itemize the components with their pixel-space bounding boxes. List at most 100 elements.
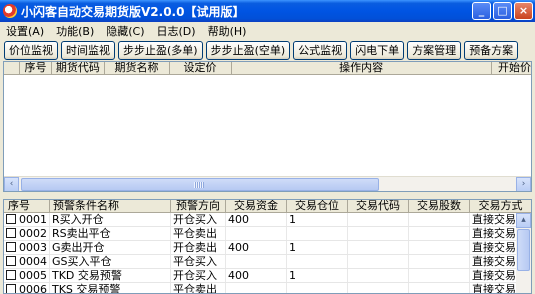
col-futures-code[interactable]: 期货代码 bbox=[52, 62, 105, 74]
alert-direction-cell: 平仓卖出 bbox=[171, 227, 226, 240]
row-checkbox[interactable] bbox=[6, 256, 16, 266]
trailing-profit-long-button[interactable]: 步步止盈(多单) bbox=[118, 40, 203, 60]
toolbar: 价位监视 时间监视 步步止盈(多单) 步步止盈(空单) 公式监视 闪电下单 方案… bbox=[0, 39, 535, 61]
row-index-cell: 0002 bbox=[4, 227, 50, 240]
col-set-price[interactable]: 设定价 bbox=[170, 62, 232, 74]
alert-name-cell: RS卖出平仓 bbox=[50, 227, 171, 240]
trade-fund-cell: 400 bbox=[226, 269, 287, 282]
alert-name-cell: R买入开仓 bbox=[50, 213, 171, 226]
alert-direction-cell: 开仓买入 bbox=[171, 213, 226, 226]
col-operation[interactable]: 操作内容 bbox=[232, 62, 492, 74]
trade-mode-cell: 直接交易 bbox=[472, 283, 516, 294]
time-monitor-button[interactable]: 时间监视 bbox=[61, 40, 115, 60]
monitor-grid-header: 序号 期货代码 期货名称 设定价 操作内容 开始价 bbox=[4, 62, 531, 75]
close-button[interactable]: × bbox=[514, 2, 533, 20]
alert-name-cell: TKD 交易预警 bbox=[50, 269, 171, 282]
monitor-grid[interactable]: 序号 期货代码 期货名称 设定价 操作内容 开始价 ‹ › bbox=[3, 61, 532, 192]
row-index-cell: 0003 bbox=[4, 241, 50, 254]
menu-settings[interactable]: 设置(A) bbox=[0, 23, 50, 39]
row-checkbox[interactable] bbox=[6, 228, 16, 238]
trade-code-cell bbox=[348, 227, 409, 240]
trade-position-cell: 1 bbox=[287, 241, 348, 254]
scrollbar-thumb[interactable] bbox=[517, 229, 530, 271]
table-row[interactable]: 0003 G卖出开仓 开仓卖出 400 1 直接交易 bbox=[4, 241, 531, 255]
horizontal-scrollbar[interactable]: ‹ › bbox=[4, 176, 531, 191]
menu-functions[interactable]: 功能(B) bbox=[50, 23, 100, 39]
row-checkbox[interactable] bbox=[6, 242, 16, 252]
trade-code-cell bbox=[348, 241, 409, 254]
scroll-left-icon[interactable]: ‹ bbox=[4, 176, 19, 191]
scroll-right-icon[interactable]: › bbox=[516, 177, 531, 191]
trade-code-cell bbox=[348, 255, 409, 268]
trade-fund-cell bbox=[226, 227, 287, 240]
menu-hide[interactable]: 隐藏(C) bbox=[100, 23, 150, 39]
col-alert-name[interactable]: 预警条件名称 bbox=[50, 200, 171, 212]
formula-monitor-button[interactable]: 公式监视 bbox=[293, 40, 348, 60]
row-checkbox[interactable] bbox=[6, 284, 16, 293]
plan-management-button[interactable]: 方案管理 bbox=[407, 40, 462, 60]
trade-position-cell bbox=[287, 283, 348, 293]
row-id: 0002 bbox=[19, 227, 47, 240]
row-index-cell: 0004 bbox=[4, 255, 50, 268]
alert-grid-header: 序号 预警条件名称 预警方向 交易资金 交易仓位 交易代码 交易股数 交易方式 bbox=[4, 200, 531, 213]
window-controls: _ □ × bbox=[472, 2, 533, 20]
menu-log[interactable]: 日志(D) bbox=[151, 23, 202, 39]
minimize-button[interactable]: _ bbox=[472, 2, 491, 20]
col-start-price[interactable]: 开始价 bbox=[492, 62, 531, 74]
row-id: 0001 bbox=[19, 213, 47, 226]
scroll-up-icon[interactable]: ▴ bbox=[516, 213, 531, 228]
price-monitor-button[interactable]: 价位监视 bbox=[4, 40, 58, 60]
row-checkbox[interactable] bbox=[6, 270, 16, 280]
trade-qty-cell bbox=[409, 255, 470, 268]
row-selector-header bbox=[4, 62, 20, 74]
app-logo-icon bbox=[3, 4, 17, 18]
alert-direction-cell: 开仓买入 bbox=[171, 269, 226, 282]
trade-fund-cell bbox=[226, 283, 287, 293]
alert-grid[interactable]: 序号 预警条件名称 预警方向 交易资金 交易仓位 交易代码 交易股数 交易方式 … bbox=[3, 199, 532, 294]
col-trade-fund[interactable]: 交易资金 bbox=[226, 200, 287, 212]
table-row[interactable]: 0004 GS买入平仓 平仓买入 直接交易 bbox=[4, 255, 531, 269]
trade-mode-cell: 直接交易 bbox=[472, 255, 516, 268]
trade-qty-cell bbox=[409, 213, 470, 226]
col-alert-direction[interactable]: 预警方向 bbox=[171, 200, 226, 212]
table-row[interactable]: 0001 R买入开仓 开仓买入 400 1 直接交易 bbox=[4, 213, 531, 227]
alert-name-cell: G卖出开仓 bbox=[50, 241, 171, 254]
col-trade-mode[interactable]: 交易方式 bbox=[470, 200, 531, 212]
trade-code-cell bbox=[348, 269, 409, 282]
row-id: 0005 bbox=[19, 269, 47, 282]
col-alert-index[interactable]: 序号 bbox=[4, 200, 50, 212]
trade-position-cell: 1 bbox=[287, 269, 348, 282]
maximize-button[interactable]: □ bbox=[493, 2, 512, 20]
trade-fund-cell: 400 bbox=[226, 213, 287, 226]
trade-position-cell bbox=[287, 227, 348, 240]
table-row[interactable]: 0005 TKD 交易预警 开仓买入 400 1 直接交易 bbox=[4, 269, 531, 283]
row-checkbox[interactable] bbox=[6, 214, 16, 224]
table-row[interactable]: 0002 RS卖出平仓 平仓卖出 直接交易 bbox=[4, 227, 531, 241]
standby-plan-button[interactable]: 预备方案 bbox=[464, 40, 519, 60]
row-index-cell: 0006 bbox=[4, 283, 50, 293]
trade-position-cell bbox=[287, 255, 348, 268]
alert-direction-cell: 开仓卖出 bbox=[171, 241, 226, 254]
trade-fund-cell: 400 bbox=[226, 241, 287, 254]
menu-help[interactable]: 帮助(H) bbox=[202, 23, 253, 39]
scrollbar-thumb[interactable] bbox=[21, 178, 379, 191]
window-title: 小闪客自动交易期货版V2.0.0【试用版】 bbox=[21, 4, 245, 19]
trailing-profit-short-button[interactable]: 步步止盈(空单) bbox=[205, 40, 291, 60]
trade-qty-cell bbox=[409, 227, 470, 240]
alert-name-cell: TKS 交易预警 bbox=[50, 283, 171, 293]
table-row[interactable]: 0006 TKS 交易预警 平仓卖出 直接交易 bbox=[4, 283, 531, 294]
trade-qty-cell bbox=[409, 269, 470, 282]
trade-position-cell: 1 bbox=[287, 213, 348, 226]
col-trade-code[interactable]: 交易代码 bbox=[348, 200, 409, 212]
trade-mode-cell: 直接交易 bbox=[472, 241, 516, 254]
trade-qty-cell bbox=[409, 241, 470, 254]
row-id: 0003 bbox=[19, 241, 47, 254]
col-trade-qty[interactable]: 交易股数 bbox=[409, 200, 470, 212]
col-index[interactable]: 序号 bbox=[20, 62, 53, 74]
col-futures-name[interactable]: 期货名称 bbox=[105, 62, 170, 74]
row-index-cell: 0005 bbox=[4, 269, 50, 282]
flash-order-button[interactable]: 闪电下单 bbox=[350, 40, 405, 60]
col-trade-position[interactable]: 交易仓位 bbox=[287, 200, 348, 212]
title-bar: 小闪客自动交易期货版V2.0.0【试用版】 _ □ × bbox=[0, 0, 535, 22]
vertical-scrollbar[interactable]: ▴ bbox=[516, 213, 531, 293]
